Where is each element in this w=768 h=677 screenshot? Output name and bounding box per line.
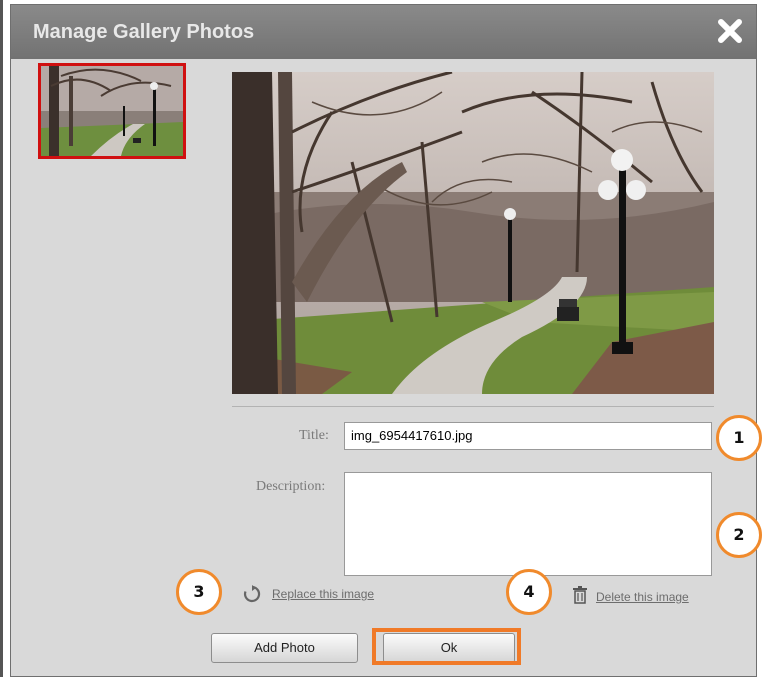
refresh-icon[interactable] <box>243 585 261 603</box>
callout-3: 3 <box>176 569 222 615</box>
preview-image <box>232 72 714 394</box>
delete-image-link[interactable]: Delete this image <box>596 590 689 604</box>
close-icon[interactable] <box>714 15 746 47</box>
description-input[interactable] <box>344 472 712 576</box>
callout-4: 4 <box>506 569 552 615</box>
dialog-titlebar: Manage Gallery Photos <box>11 5 756 59</box>
title-label: Title: <box>299 428 329 443</box>
preview-divider <box>232 406 714 407</box>
ok-button[interactable]: Ok <box>383 633 515 663</box>
gallery-thumbnail-selected[interactable] <box>38 63 186 159</box>
trash-icon[interactable] <box>572 586 588 604</box>
callout-1: 1 <box>716 415 762 461</box>
dialog-title: Manage Gallery Photos <box>33 21 255 43</box>
title-input[interactable]: img_6954417610.jpg <box>344 422 712 450</box>
window-edge <box>0 0 3 677</box>
description-label: Description: <box>256 479 326 494</box>
callout-2: 2 <box>716 512 762 558</box>
photo-preview <box>232 72 714 394</box>
add-photo-button[interactable]: Add Photo <box>211 633 358 663</box>
thumbnail-image <box>41 66 183 156</box>
replace-image-link[interactable]: Replace this image <box>272 587 374 601</box>
